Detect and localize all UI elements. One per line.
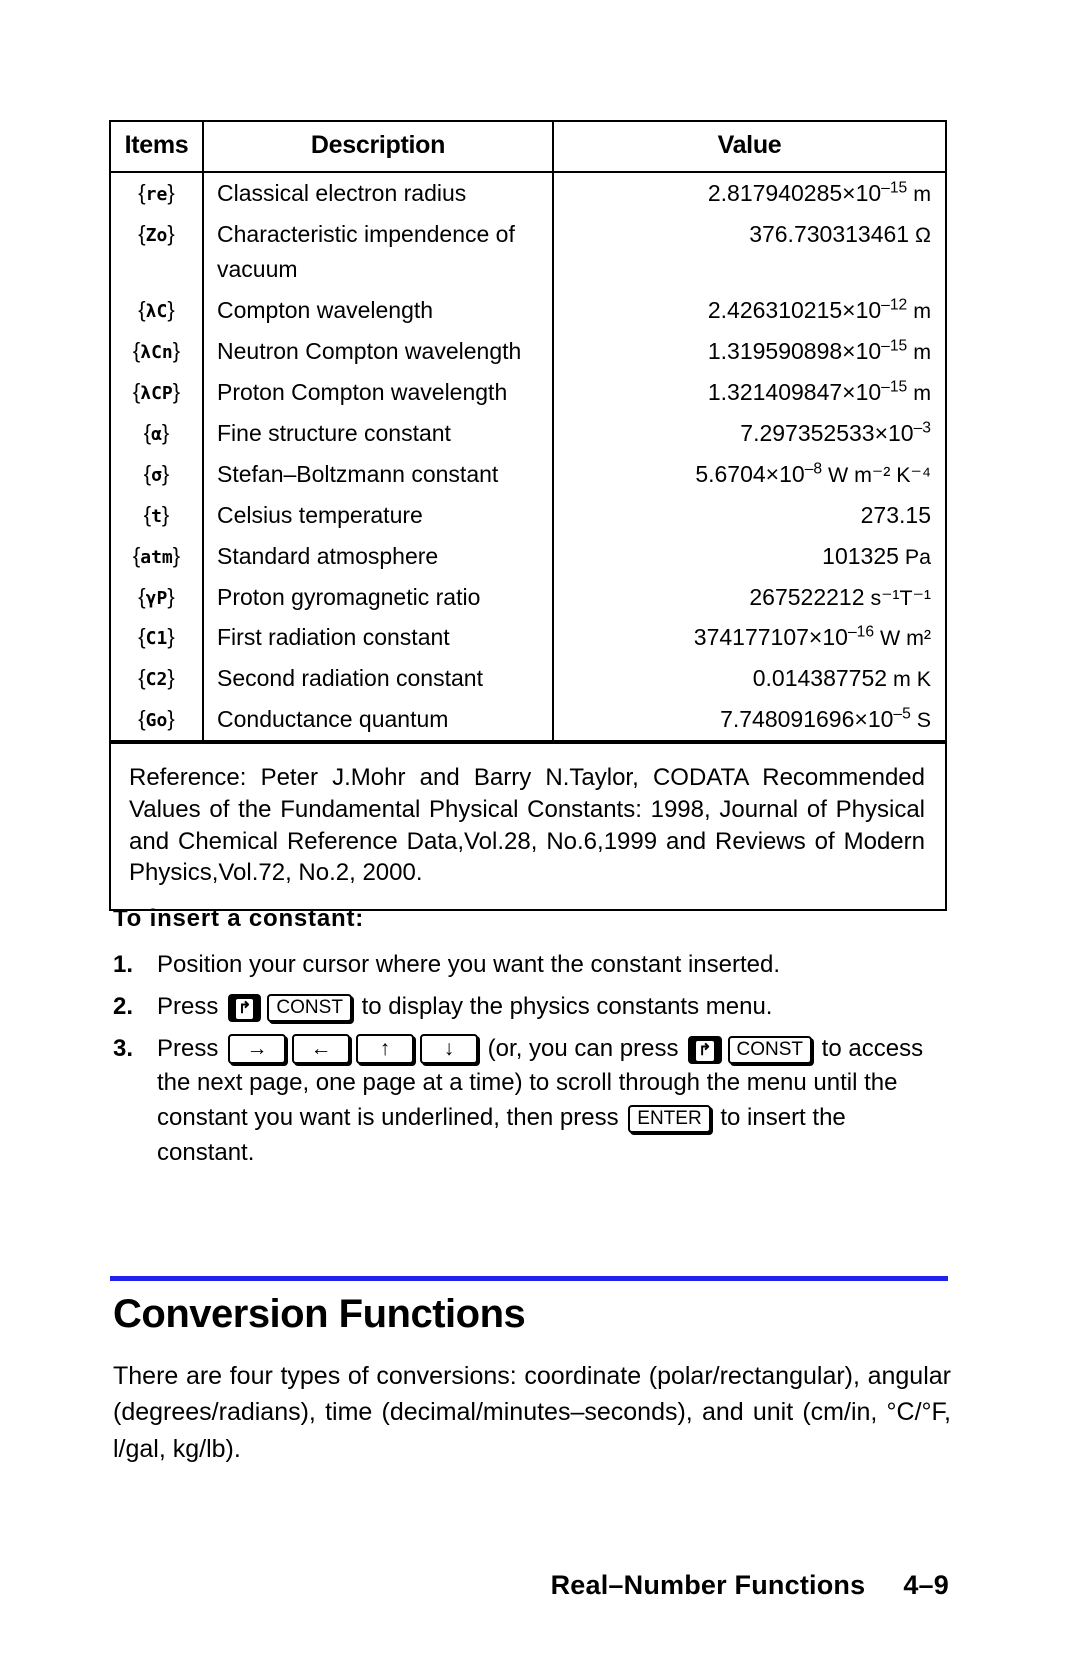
constant-value: 273.15 — [860, 501, 931, 528]
procedure-title: To insert a constant: — [113, 905, 365, 932]
column-header-value: Value — [553, 122, 945, 173]
shift-arrow-glyph: ↱ — [236, 998, 254, 1019]
page-footer: Real–Number Functions 4–9 — [551, 1570, 949, 1601]
step-number: 2. — [113, 992, 134, 1020]
constant-item-key: {α} — [111, 412, 204, 454]
table-body: {re} Classical electron radius 2.817940285… — [111, 172, 945, 743]
step-text-fragment: (or, you can press — [481, 1034, 686, 1062]
table-row: {Go} Conductance quantum 7.748091696×10–5 … — [111, 699, 945, 743]
constant-value: 101325 Pa — [822, 542, 931, 569]
constant-value: 267522212 s⁻¹T⁻¹ — [749, 583, 931, 610]
constant-description: Stefan–Boltzmann constant — [203, 453, 554, 495]
step-text: Press → ← ↑ ↓ (or, you can press ↱ CONST to … — [157, 1032, 949, 1171]
keycap-shift-icon: ↱ — [228, 993, 262, 1022]
step-text: Press ↱ CONST to display the physics cons… — [157, 990, 949, 1025]
table-row: {atm} Standard atmosphere 101325 Pa — [111, 535, 945, 577]
step-text: Position your cursor where you want the … — [157, 948, 949, 983]
table-row: {γP} Proton gyromagnetic ratio 267522212 s… — [111, 576, 945, 618]
constant-item-key: {Go} — [111, 699, 204, 743]
table-row: {C2} Second radiation constant 0.014387752… — [111, 658, 945, 700]
section-paragraph: There are four types of conversions: coo… — [113, 1362, 951, 1463]
keycap-arrow-left-icon: ← — [292, 1033, 351, 1065]
keycap-const-icon: CONST — [727, 1035, 813, 1064]
shift-arrow-glyph: ↱ — [696, 1040, 714, 1061]
constant-value: 1.321409847×10–15 m — [707, 378, 931, 405]
footer-chapter-title: Real–Number Functions — [550, 1570, 866, 1600]
keycap-arrow-right-icon: → — [228, 1033, 287, 1065]
table-row: {λCP} Proton Compton wavelength 1.32140984… — [111, 371, 945, 413]
physics-constants-table: Items Description Value {re} Classical el… — [111, 122, 945, 743]
constant-description: Proton gyromagnetic ratio — [203, 576, 554, 618]
procedure-step: 1. Position your cursor where you want th… — [113, 948, 949, 983]
step-text-fragment: Press — [157, 992, 226, 1020]
manual-page: Items Description Value {re} Classical el… — [0, 0, 1080, 1672]
constant-item-key: {Zo} — [111, 213, 204, 290]
constant-value: 7.297352533×10–3 — [740, 419, 931, 446]
constant-item-key: {γP} — [111, 576, 204, 618]
constant-item-key: {re} — [111, 172, 204, 214]
procedure-step: 3. Press → ← ↑ ↓ (or, you can press ↱ CONST t… — [113, 1032, 949, 1171]
constant-description: Celsius temperature — [203, 494, 554, 536]
section-heading: Conversion Functions — [113, 1292, 526, 1336]
footer-page-number: 4–9 — [903, 1570, 949, 1600]
keycap-const-icon: CONST — [267, 993, 352, 1022]
table-row: {λCn} Neutron Compton wavelength 1.3195908… — [111, 330, 945, 372]
column-header-description: Description — [203, 122, 554, 173]
constant-description: First radiation constant — [203, 617, 554, 659]
constant-value: 7.748091696×10–5 S — [553, 699, 945, 743]
constant-value: 1.319590898×10–15 m — [707, 337, 931, 364]
table-row: {σ} Stefan–Boltzmann constant 5.6704×10–8 … — [111, 453, 945, 495]
constant-item-key: {C1} — [111, 617, 204, 659]
constant-description: Neutron Compton wavelength — [203, 330, 554, 372]
constant-item-key: {λC} — [111, 289, 204, 331]
procedure-steps: 1. Position your cursor where you want th… — [113, 948, 949, 1178]
constant-value: 374177107×10–16 W m² — [693, 623, 931, 651]
constant-description: Conductance quantum — [203, 699, 554, 743]
constant-value: 5.6704×10–8 W m⁻² K⁻⁴ — [695, 460, 931, 487]
column-header-items: Items — [111, 122, 204, 173]
table-row: {t} Celsius temperature 273.15 — [111, 494, 945, 536]
constant-item-key: {t} — [111, 494, 204, 536]
procedure-step: 2. Press ↱ CONST to display the physics co… — [113, 990, 949, 1025]
constant-value: 0.014387752 m K — [752, 665, 931, 692]
constant-description: Standard atmosphere — [203, 535, 554, 577]
constant-description: Compton wavelength — [203, 289, 554, 331]
constant-item-key: {σ} — [111, 453, 204, 495]
constant-value: 2.817940285×10–15 m — [707, 179, 931, 206]
constant-description: Proton Compton wavelength — [203, 371, 554, 413]
reference-note: Reference: Peter J.Mohr and Barry N.Tayl… — [111, 742, 945, 909]
table-row: {λC} Compton wavelength 2.426310215×10–12 … — [111, 289, 945, 331]
step-number: 1. — [113, 951, 134, 978]
keycap-arrow-up-icon: ↑ — [356, 1033, 415, 1065]
constant-item-key: {λCP} — [111, 371, 204, 413]
constant-item-key: {λCn} — [111, 330, 204, 372]
constant-description: Fine structure constant — [203, 412, 554, 454]
physics-constants-table-container: Items Description Value {re} Classical el… — [109, 120, 947, 912]
table-row: {re} Classical electron radius 2.817940285… — [111, 172, 945, 214]
step-text-fragment: Position your cursor where you want the … — [157, 951, 780, 978]
keycap-enter-icon: ENTER — [628, 1105, 711, 1134]
keycap-arrow-down-icon: ↓ — [420, 1033, 479, 1065]
keycap-shift-icon: ↱ — [688, 1035, 722, 1064]
step-text-fragment: to display the physics constants menu. — [354, 992, 773, 1020]
table-header-row: Items Description Value — [111, 122, 945, 173]
section-rule — [110, 1276, 948, 1281]
constant-value: 2.426310215×10–12 m — [707, 296, 931, 323]
table-row: {Zo} Characteristic impendence of vacuum 3… — [111, 213, 945, 290]
table-row: {C1} First radiation constant 374177107×10… — [111, 617, 945, 659]
step-text-fragment: Press — [157, 1034, 226, 1062]
constant-item-key: {C2} — [111, 658, 204, 700]
constant-item-key: {atm} — [111, 535, 204, 577]
constant-description: Characteristic impendence of vacuum — [203, 213, 554, 290]
constant-value: 376.730313461 Ω — [749, 220, 931, 247]
constant-description: Second radiation constant — [203, 658, 554, 700]
table-row: {α} Fine structure constant 7.297352533×10… — [111, 412, 945, 454]
step-number: 3. — [113, 1034, 134, 1062]
constant-description: Classical electron radius — [203, 172, 554, 214]
